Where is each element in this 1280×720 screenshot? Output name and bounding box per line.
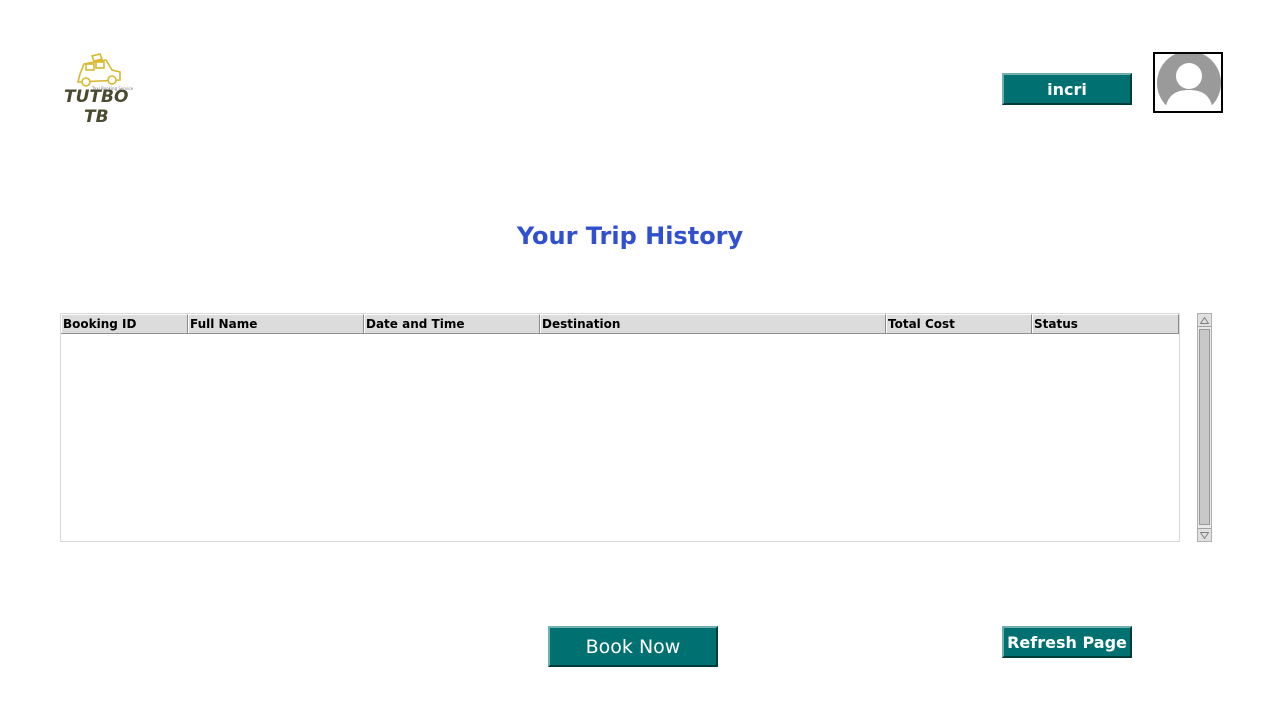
column-header-destination[interactable]: Destination (540, 314, 886, 333)
user-avatar-icon (1157, 54, 1221, 111)
brand-logo: TUTBO Taxi Booking Service TB (62, 52, 138, 127)
trip-history-table[interactable]: Booking ID Full Name Date and Time Desti… (60, 313, 1180, 542)
column-header-full-name[interactable]: Full Name (188, 314, 364, 333)
table-header: Booking ID Full Name Date and Time Desti… (61, 314, 1179, 334)
column-header-total-cost[interactable]: Total Cost (886, 314, 1032, 333)
table-scrollbar[interactable] (1197, 313, 1212, 542)
column-header-date-time[interactable]: Date and Time (364, 314, 540, 333)
book-now-button[interactable]: Book Now (548, 626, 718, 667)
taxi-logo-icon: TUTBO Taxi Booking Service TB (64, 53, 134, 127)
logo-line2: TB (84, 107, 109, 126)
user-name-button[interactable]: incri (1002, 73, 1132, 105)
avatar[interactable] (1153, 52, 1223, 113)
column-header-booking-id[interactable]: Booking ID (61, 314, 188, 333)
logo-tagline: Taxi Booking Service (91, 86, 134, 91)
table-body (61, 334, 1179, 542)
column-header-status[interactable]: Status (1032, 314, 1179, 333)
scroll-down-arrow-icon[interactable] (1198, 528, 1211, 541)
refresh-page-button[interactable]: Refresh Page (1002, 626, 1132, 658)
scrollbar-thumb[interactable] (1199, 329, 1210, 525)
scroll-up-arrow-icon[interactable] (1198, 314, 1211, 327)
page-title: Your Trip History (516, 222, 744, 250)
